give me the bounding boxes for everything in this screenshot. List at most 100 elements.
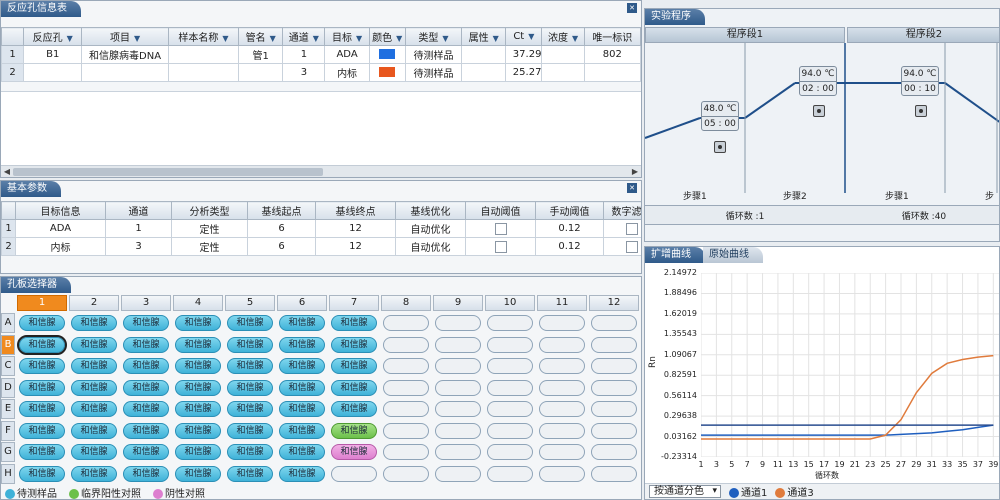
step2-camera-icon[interactable] bbox=[813, 105, 825, 117]
plate-well[interactable]: 和信腺 bbox=[227, 422, 273, 439]
table-row[interactable]: 2 内标 3 定性 6 12 自动优化 0.12 bbox=[1, 237, 641, 256]
horizontal-scrollbar[interactable]: ◀ ▶ bbox=[1, 165, 641, 177]
table-cell[interactable] bbox=[583, 63, 641, 82]
plate-row-header[interactable]: G bbox=[1, 442, 15, 462]
table-cell[interactable]: 1 bbox=[105, 219, 172, 238]
column-header[interactable]: 类型 ▼ bbox=[404, 27, 463, 46]
table-cell[interactable] bbox=[461, 63, 507, 82]
table-cell[interactable]: ADA bbox=[324, 45, 370, 64]
table-cell[interactable]: 定性 bbox=[171, 237, 248, 256]
plate-well[interactable]: 和信腺 bbox=[123, 444, 169, 460]
table-cell[interactable] bbox=[167, 45, 240, 64]
column-header[interactable]: 反应孔 ▼ bbox=[23, 27, 83, 46]
plate-well[interactable] bbox=[487, 336, 533, 353]
filter-icon[interactable]: ▼ bbox=[270, 34, 276, 43]
reaction-info-tab[interactable]: 反应孔信息表 bbox=[1, 1, 81, 17]
table-cell[interactable]: 12 bbox=[315, 237, 396, 256]
plate-well[interactable] bbox=[383, 336, 429, 353]
table-row[interactable]: 1 B1 和信腺病毒DNA 管1 1 ADA 待测样品 37.29 802 bbox=[1, 45, 641, 64]
step2-time[interactable]: 02 : 00 bbox=[800, 81, 836, 95]
table-cell[interactable]: 802 bbox=[583, 45, 641, 64]
plate-well[interactable]: 和信腺 bbox=[175, 336, 221, 353]
plate-well[interactable]: 和信腺 bbox=[279, 401, 325, 417]
table-cell[interactable]: 1 bbox=[1, 219, 16, 238]
plate-well[interactable] bbox=[487, 422, 533, 439]
plate-well[interactable]: 和信腺 bbox=[279, 422, 325, 439]
plate-well[interactable]: 和信腺 bbox=[227, 444, 273, 460]
pin-icon[interactable]: ✕ bbox=[627, 3, 637, 13]
plate-well[interactable]: 和信腺 bbox=[19, 401, 65, 417]
table-cell[interactable] bbox=[541, 63, 585, 82]
plate-well[interactable]: 和信腺 bbox=[279, 358, 325, 374]
plate-well[interactable] bbox=[435, 358, 481, 374]
table-cell[interactable]: 1 bbox=[282, 45, 326, 64]
legend-item-channel3[interactable]: 通道3 bbox=[775, 484, 814, 499]
column-header[interactable]: 通道 bbox=[105, 201, 172, 220]
table-cell[interactable]: B1 bbox=[23, 45, 83, 64]
plate-well[interactable]: 和信腺 bbox=[123, 358, 169, 374]
table-cell[interactable]: 0.12 bbox=[535, 237, 604, 256]
table-cell[interactable] bbox=[23, 63, 83, 82]
column-header[interactable]: 目标 ▼ bbox=[324, 27, 370, 46]
plate-well[interactable] bbox=[539, 422, 585, 439]
plate-well[interactable] bbox=[539, 315, 585, 331]
plate-well[interactable] bbox=[487, 401, 533, 417]
table-cell[interactable]: 12 bbox=[315, 219, 396, 238]
checkbox-cell[interactable] bbox=[603, 237, 641, 256]
table-cell[interactable]: 3 bbox=[105, 237, 172, 256]
step1-temp[interactable]: 48.0 ℃ bbox=[702, 102, 738, 116]
plate-row-header[interactable]: D bbox=[1, 377, 15, 398]
pin-icon[interactable]: ✕ bbox=[627, 183, 637, 193]
row-index[interactable]: 1 bbox=[1, 45, 25, 64]
table-cell[interactable]: 待测样品 bbox=[404, 45, 463, 64]
plate-well[interactable] bbox=[435, 465, 481, 482]
plate-well[interactable] bbox=[383, 358, 429, 374]
table-cell[interactable]: 6 bbox=[247, 219, 316, 238]
table-cell[interactable] bbox=[368, 45, 406, 64]
plate-well[interactable]: 和信腺 bbox=[331, 379, 377, 396]
filter-icon[interactable]: ▼ bbox=[222, 34, 228, 43]
scroll-thumb[interactable] bbox=[13, 168, 323, 176]
filter-icon[interactable]: ▼ bbox=[313, 34, 319, 43]
plate-well[interactable] bbox=[383, 465, 429, 482]
column-header[interactable]: 属性 ▼ bbox=[461, 27, 507, 46]
plate-well[interactable]: 和信腺 bbox=[331, 422, 377, 439]
checkbox-cell[interactable] bbox=[465, 237, 536, 256]
checkbox[interactable] bbox=[494, 222, 507, 235]
plate-well[interactable] bbox=[383, 401, 429, 417]
plate-well[interactable]: 和信腺 bbox=[279, 336, 325, 353]
step2-temp[interactable]: 94.0 ℃ bbox=[800, 67, 836, 81]
plate-well[interactable] bbox=[435, 379, 481, 396]
plate-well[interactable] bbox=[435, 401, 481, 417]
plate-well[interactable]: 和信腺 bbox=[279, 444, 325, 460]
plate-well[interactable]: 和信腺 bbox=[175, 401, 221, 417]
plate-well[interactable] bbox=[383, 315, 429, 331]
plate-well[interactable] bbox=[591, 358, 637, 374]
table-cell[interactable]: 37.29 bbox=[505, 45, 543, 64]
plate-well[interactable]: 和信腺 bbox=[19, 422, 65, 439]
plate-well[interactable]: 和信腺 bbox=[331, 336, 377, 353]
plate-well[interactable]: 和信腺 bbox=[331, 315, 377, 331]
plate-well[interactable] bbox=[487, 358, 533, 374]
table-cell[interactable]: 6 bbox=[247, 237, 316, 256]
plate-well[interactable]: 和信腺 bbox=[123, 315, 169, 331]
plate-well[interactable] bbox=[539, 358, 585, 374]
plate-well[interactable] bbox=[591, 336, 637, 353]
plate-well[interactable] bbox=[435, 336, 481, 353]
plate-well[interactable] bbox=[383, 422, 429, 439]
step3-camera-icon[interactable] bbox=[915, 105, 927, 117]
plate-well[interactable]: 和信腺 bbox=[71, 422, 117, 439]
plate-row-header[interactable]: C bbox=[1, 356, 15, 376]
step3-temp[interactable]: 94.0 ℃ bbox=[902, 67, 938, 81]
column-header[interactable]: 浓度 ▼ bbox=[541, 27, 585, 46]
table-cell[interactable]: 0.12 bbox=[535, 219, 604, 238]
column-header[interactable]: 唯一标识 bbox=[583, 27, 641, 46]
checkbox[interactable] bbox=[494, 240, 507, 253]
segment-2-title[interactable]: 程序段2 bbox=[847, 27, 999, 43]
plate-well[interactable] bbox=[539, 465, 585, 482]
basic-params-tab[interactable]: 基本参数 bbox=[1, 181, 61, 197]
plate-well[interactable]: 和信腺 bbox=[227, 465, 273, 482]
plate-well[interactable] bbox=[591, 444, 637, 460]
plate-well[interactable]: 和信腺 bbox=[331, 401, 377, 417]
table-cell[interactable] bbox=[81, 63, 169, 82]
